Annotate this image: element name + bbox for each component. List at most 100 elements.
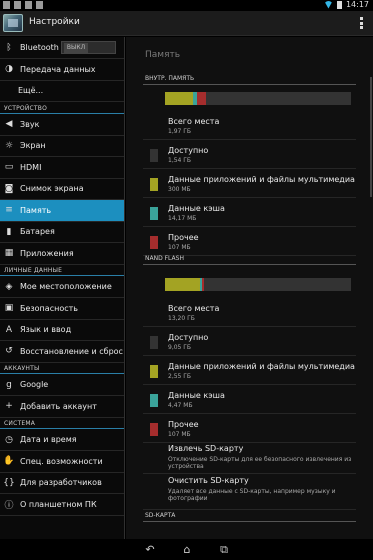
clock-time: 14:17 — [345, 0, 369, 9]
sidebar-item-language[interactable]: A Язык и ввод — [0, 319, 124, 341]
color-swatch — [150, 149, 158, 162]
location-icon: ◈ — [5, 281, 13, 292]
sidebar-item-label: HDMI — [20, 162, 42, 172]
overflow-menu-icon[interactable] — [360, 17, 363, 29]
storage-item-label: Данные кэша — [168, 204, 225, 213]
storage-item-value: 1,97 ГБ — [168, 128, 192, 135]
sidebar-item-label: Восстановление и сброс — [20, 346, 123, 356]
storage-item-value: 107 МБ — [168, 431, 191, 438]
notification-icon — [14, 1, 21, 9]
sidebar-section-header: СИСТЕМА — [0, 417, 124, 429]
storage-item-available[interactable]: Доступно 9,05 ГБ — [143, 328, 356, 356]
sidebar-item-label: Батарея — [20, 227, 55, 236]
sidebar-item-sound[interactable]: ◀ Звук — [0, 114, 124, 136]
bluetooth-toggle[interactable]: ВЫКЛ — [61, 41, 116, 54]
sidebar-item-apps[interactable]: ▦ Приложения — [0, 243, 124, 265]
sidebar-item-screen[interactable]: ☼ Экран — [0, 135, 124, 157]
sidebar-item-security[interactable]: ▣ Безопасность — [0, 298, 124, 320]
sidebar-item-hdmi[interactable]: ▭ HDMI — [0, 157, 124, 179]
storage-item-other[interactable]: Прочее 107 МБ — [143, 228, 356, 256]
lock-icon: ▣ — [4, 303, 14, 313]
data-usage-icon: ◑ — [5, 64, 13, 74]
scrollbar[interactable] — [370, 77, 372, 197]
toggle-state-label: ВЫКЛ — [64, 43, 88, 53]
storage-item-total[interactable]: Всего места 13,20 ГБ — [143, 299, 356, 327]
color-swatch — [150, 178, 158, 191]
keyboard-icon: A — [5, 324, 13, 335]
storage-item-apps[interactable]: Данные приложений и файлы мультимедиа 2,5… — [143, 357, 356, 385]
sidebar-item-google[interactable]: g Google — [0, 374, 124, 396]
sidebar-item-label: Передача данных — [20, 64, 96, 74]
section-label: ЛИЧНЫЕ ДАННЫЕ — [4, 267, 63, 274]
color-swatch — [150, 207, 158, 220]
navigation-bar: ↶ ⌂ ⧉ — [0, 539, 373, 560]
storage-item-value: 300 МБ — [168, 186, 191, 193]
recent-apps-icon[interactable]: ⧉ — [214, 543, 234, 556]
notification-icon — [25, 1, 32, 9]
info-icon: ⓘ — [4, 500, 14, 511]
section-label: NAND FLASH — [145, 255, 184, 262]
storage-item-other[interactable]: Прочее 107 МБ — [143, 415, 356, 443]
color-swatch — [150, 365, 158, 378]
storage-item-available[interactable]: Доступно 1,54 ГБ — [143, 141, 356, 169]
plus-icon: + — [5, 401, 13, 411]
eject-sd-button[interactable]: Извлечь SD-карту Отключение SD-карты для … — [143, 442, 356, 474]
camera-icon: ◙ — [4, 183, 14, 194]
sidebar-section-header: АККАУНТЫ — [0, 362, 124, 374]
sidebar-item-label: Google — [20, 380, 49, 389]
code-icon: {} — [3, 477, 15, 488]
back-icon[interactable]: ↶ — [140, 543, 160, 556]
storage-item-label: Доступно — [168, 146, 209, 155]
display-icon: ☼ — [4, 140, 14, 151]
settings-app-icon[interactable] — [3, 14, 23, 32]
sidebar-item-screenshot[interactable]: ◙ Снимок экрана — [0, 178, 124, 200]
sidebar-item-label: Мое местоположение — [20, 282, 112, 291]
sidebar-item-label: Язык и ввод — [20, 325, 72, 334]
sidebar-item-label: Добавить аккаунт — [20, 401, 97, 411]
color-swatch — [150, 336, 158, 349]
bluetooth-icon: ᛒ — [6, 42, 12, 53]
battery-icon: ▮ — [6, 226, 12, 237]
storage-section-header: SD-КАРТА — [143, 510, 356, 522]
hand-icon: ✋ — [3, 456, 15, 466]
storage-item-label: Данные кэша — [168, 391, 225, 400]
sidebar-item-battery[interactable]: ▮ Батарея — [0, 221, 124, 243]
sidebar-item-developer[interactable]: {} Для разработчиков — [0, 472, 124, 494]
storage-usage-bar — [165, 92, 351, 105]
sidebar-item-data-transfer[interactable]: ◑ Передача данных — [0, 59, 124, 81]
sidebar-item-label: Экран — [20, 141, 46, 150]
color-swatch — [150, 423, 158, 436]
panel-title: Память — [145, 50, 181, 60]
notification-icons — [3, 1, 43, 9]
sidebar-item-add-account[interactable]: + Добавить аккаунт — [0, 396, 124, 418]
sidebar-item-location[interactable]: ◈ Мое местоположение — [0, 276, 124, 298]
section-label: УСТРОЙСТВО — [4, 104, 48, 112]
storage-item-value: 9,05 ГБ — [168, 344, 192, 351]
section-label: SD-КАРТА — [145, 512, 176, 519]
sidebar-item-memory[interactable]: ≡ Память — [0, 199, 124, 222]
battery-status-icon — [336, 0, 342, 9]
storage-item-cache[interactable]: Данные кэша 4,47 МБ — [143, 386, 356, 414]
sidebar-section-header: ЛИЧНЫЕ ДАННЫЕ — [0, 264, 124, 276]
sidebar-item-label: Bluetooth — [20, 43, 59, 52]
color-swatch — [150, 236, 158, 249]
storage-item-label: Прочее — [168, 420, 199, 429]
sidebar-item-datetime[interactable]: ◷ Дата и время — [0, 429, 124, 451]
storage-item-total[interactable]: Всего места 1,97 ГБ — [143, 112, 356, 140]
storage-item-apps[interactable]: Данные приложений и файлы мультимедиа 300… — [143, 170, 356, 198]
sidebar-item-label: Спец. возможности — [20, 456, 103, 466]
sidebar-item-bluetooth[interactable]: ᛒ Bluetooth ВЫКЛ — [0, 37, 124, 59]
sidebar-item-label: О планшетном ПК — [20, 499, 97, 509]
storage-item-cache[interactable]: Данные кэша 14,17 МБ — [143, 199, 356, 227]
action-bar: Настройки — [0, 11, 373, 36]
sidebar-item-more[interactable]: Ещё... — [0, 80, 124, 102]
storage-usage-bar — [165, 278, 351, 291]
erase-sd-button[interactable]: Очистить SD-карту Удаляет все данные с SD… — [143, 474, 356, 510]
home-icon[interactable]: ⌂ — [176, 543, 198, 556]
section-label: АККАУНТЫ — [4, 365, 40, 372]
sidebar-item-about[interactable]: ⓘ О планшетном ПК — [0, 494, 124, 516]
sidebar-item-backup[interactable]: ↺ Восстановление и сброс — [0, 341, 124, 363]
apps-icon: ▦ — [4, 248, 14, 258]
sidebar-item-label: Дата и время — [20, 435, 77, 444]
sidebar-item-accessibility[interactable]: ✋ Спец. возможности — [0, 451, 124, 473]
